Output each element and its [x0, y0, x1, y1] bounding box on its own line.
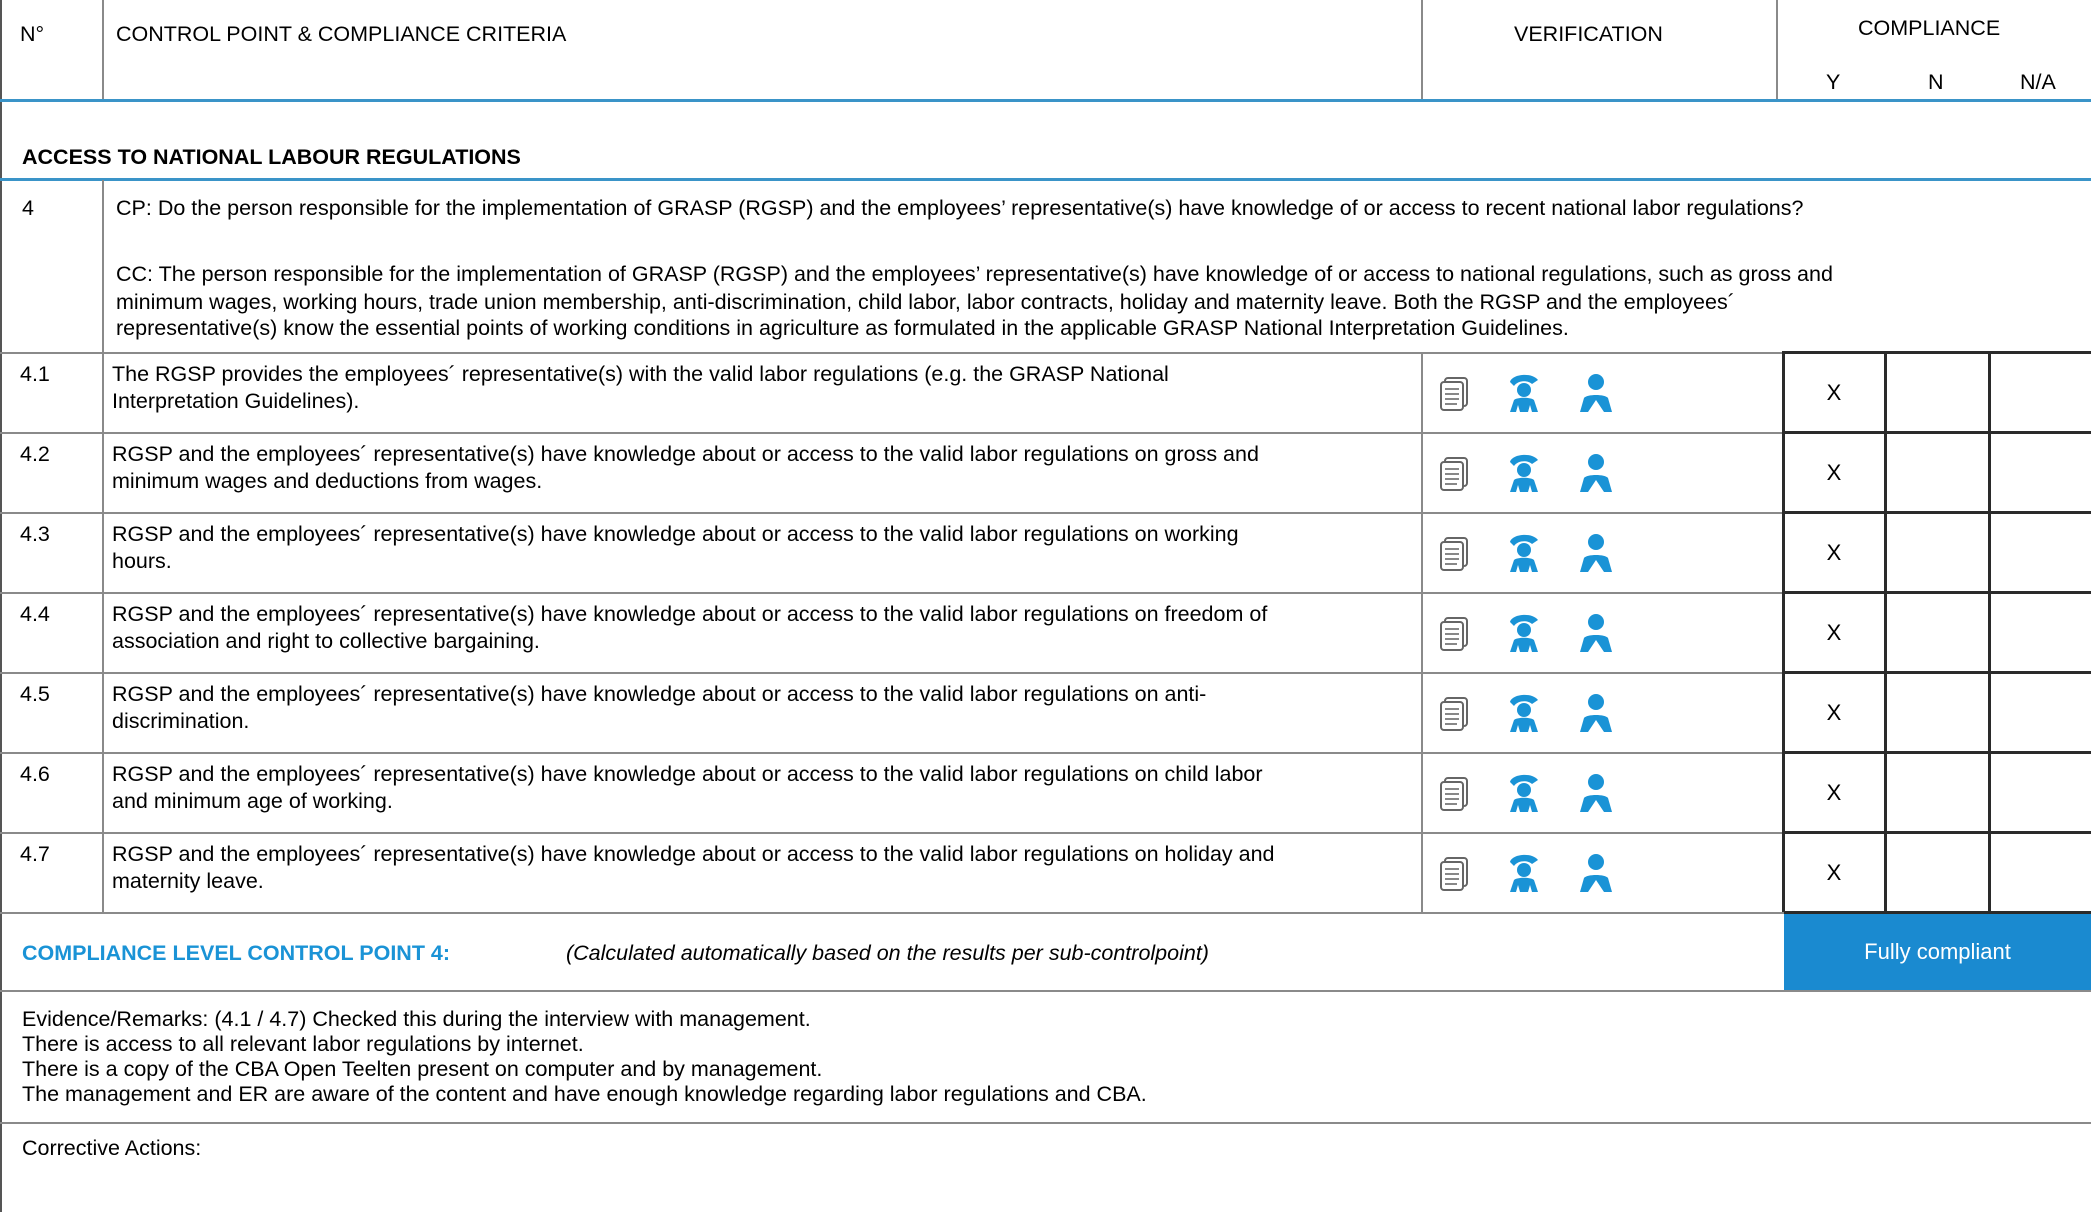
remarks-line: There is a copy of the CBA Open Teelten … — [22, 1057, 823, 1081]
row-criterion-line: RGSP and the employees´ representative(s… — [112, 682, 1207, 706]
row-criterion-line: RGSP and the employees´ representative(s… — [112, 762, 1263, 786]
row-rule — [0, 432, 1784, 434]
row-rule — [0, 1122, 2091, 1124]
worker-icon — [1502, 850, 1546, 894]
row-criterion-line: Interpretation Guidelines). — [112, 389, 360, 413]
row-criterion-line: RGSP and the employees´ representative(s… — [112, 522, 1239, 546]
section-title: ACCESS TO NATIONAL LABOUR REGULATIONS — [22, 145, 521, 169]
compliance-box-divider — [1988, 352, 1991, 914]
compliance-criteria-line: CC: The person responsible for the imple… — [116, 262, 1833, 286]
document-icon — [1435, 452, 1479, 496]
row-rule-dark — [1782, 671, 2091, 674]
divider — [1421, 352, 1423, 914]
row-rule-dark — [1782, 351, 2091, 354]
person-icon — [1574, 770, 1618, 814]
row-criterion-line: RGSP and the employees´ representative(s… — [112, 442, 1259, 466]
row-rule — [0, 672, 1784, 674]
compliance-status-badge: Fully compliant — [1784, 914, 2091, 990]
header-verification: VERIFICATION — [1514, 22, 1663, 46]
person-icon — [1574, 610, 1618, 654]
left-border — [0, 0, 2, 1212]
worker-icon — [1502, 770, 1546, 814]
worker-icon — [1502, 450, 1546, 494]
row-number: 4.2 — [20, 442, 50, 466]
row-criterion-line: RGSP and the employees´ representative(s… — [112, 842, 1275, 866]
compliance-y-mark: X — [1826, 780, 1842, 805]
row-number: 4.5 — [20, 682, 50, 706]
remarks-line: The management and ER are aware of the c… — [22, 1082, 1147, 1106]
compliance-level-note: (Calculated automatically based on the r… — [566, 941, 1209, 965]
row-rule-dark — [1782, 751, 2091, 754]
row-criterion-line: hours. — [112, 549, 172, 573]
header-na: N/A — [2020, 70, 2056, 94]
header-no: N° — [20, 22, 45, 46]
row-criterion-line: and minimum age of working. — [112, 789, 393, 813]
row-criterion-line: maternity leave. — [112, 869, 264, 893]
divider — [102, 180, 104, 914]
worker-icon — [1502, 690, 1546, 734]
compliance-y-mark: X — [1826, 460, 1842, 485]
compliance-level-label: COMPLIANCE LEVEL CONTROL POINT 4: — [22, 941, 451, 965]
document-icon — [1435, 772, 1479, 816]
worker-icon — [1502, 370, 1546, 414]
document-icon — [1435, 692, 1479, 736]
row-criterion-line: RGSP and the employees´ representative(s… — [112, 602, 1268, 626]
header-n: N — [1928, 70, 1944, 94]
remarks-line: Evidence/Remarks: (4.1 / 4.7) Checked th… — [22, 1007, 811, 1031]
person-icon — [1574, 370, 1618, 414]
person-icon — [1574, 450, 1618, 494]
compliance-y-mark: X — [1826, 380, 1842, 405]
compliance-y-mark: X — [1826, 700, 1842, 725]
row-rule-dark — [1782, 511, 2091, 514]
row-number: 4.1 — [20, 362, 50, 386]
worker-icon — [1502, 610, 1546, 654]
row-rule-dark — [1782, 831, 2091, 834]
row-rule — [0, 912, 1784, 914]
row-rule — [0, 592, 1784, 594]
control-point-question: CP: Do the person responsible for the im… — [116, 196, 1804, 220]
document-icon — [1435, 852, 1479, 896]
row-rule — [0, 352, 1784, 354]
row-number: 4.7 — [20, 842, 50, 866]
row-number: 4.6 — [20, 762, 50, 786]
header-y: Y — [1826, 70, 1841, 94]
row-number: 4.4 — [20, 602, 50, 626]
compliance-box-divider — [1884, 352, 1887, 914]
row-criterion-line: discrimination. — [112, 709, 250, 733]
person-icon — [1574, 850, 1618, 894]
divider — [102, 0, 104, 100]
row-rule — [0, 512, 1784, 514]
row-criterion-line: The RGSP provides the employees´ represe… — [112, 362, 1169, 386]
row-rule — [0, 752, 1784, 754]
compliance-y-mark: X — [1826, 620, 1842, 645]
header-bottom-rule — [0, 99, 2091, 102]
row-criterion-line: association and right to collective barg… — [112, 629, 540, 653]
header-compliance: COMPLIANCE — [1858, 16, 2001, 40]
divider — [1421, 0, 1423, 100]
compliance-criteria-line: minimum wages, working hours, trade unio… — [116, 290, 1735, 314]
document-icon — [1435, 372, 1479, 416]
row-rule — [0, 990, 2091, 992]
compliance-y-mark: X — [1826, 860, 1842, 885]
divider — [1776, 0, 1778, 100]
remarks-line: There is access to all relevant labor re… — [22, 1032, 584, 1056]
document-icon — [1435, 612, 1479, 656]
row-rule-dark — [1782, 591, 2091, 594]
section-rule — [0, 178, 2091, 181]
person-icon — [1574, 530, 1618, 574]
row-rule-dark — [1782, 431, 2091, 434]
header-control-point: CONTROL POINT & COMPLIANCE CRITERIA — [116, 22, 567, 46]
compliance-y-mark: X — [1826, 540, 1842, 565]
corrective-actions-label: Corrective Actions: — [22, 1136, 202, 1160]
row-criterion-line: minimum wages and deductions from wages. — [112, 469, 543, 493]
control-point-number: 4 — [22, 196, 34, 220]
document-icon — [1435, 532, 1479, 576]
worker-icon — [1502, 530, 1546, 574]
row-number: 4.3 — [20, 522, 50, 546]
person-icon — [1574, 690, 1618, 734]
compliance-criteria-line: representative(s) know the essential poi… — [116, 316, 1569, 340]
row-rule — [0, 832, 1784, 834]
